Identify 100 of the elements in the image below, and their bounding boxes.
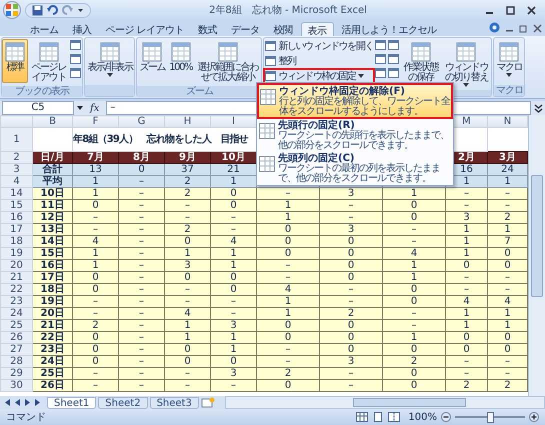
save-icon[interactable] xyxy=(32,4,43,16)
slider-thumb[interactable] xyxy=(487,412,494,423)
insert-sheet-icon[interactable] xyxy=(200,397,215,408)
sheet-tab[interactable]: Sheet3 xyxy=(150,396,199,408)
expand-icon[interactable] xyxy=(534,104,543,112)
row-header[interactable]: 26 xyxy=(0,332,32,344)
window-icon[interactable] xyxy=(374,54,386,64)
row-header[interactable]: 18 xyxy=(0,236,32,248)
ribbon-button[interactable]: ウィンドウ枠の固定 xyxy=(264,69,374,83)
page-break-icon[interactable] xyxy=(388,412,400,422)
column-header[interactable]: B xyxy=(32,116,72,128)
sheet-tab[interactable]: Sheet2 xyxy=(98,396,148,408)
table-cell: 0 xyxy=(320,320,382,332)
window-icon[interactable] xyxy=(70,54,82,64)
ribbon-tab[interactable]: ホーム xyxy=(24,22,64,36)
table-cell: 0 xyxy=(256,320,320,332)
row-header[interactable]: 4 xyxy=(0,176,32,188)
row-header[interactable]: 14 xyxy=(0,188,32,200)
row-header[interactable]: 28 xyxy=(0,356,32,368)
row-header[interactable]: 23 xyxy=(0,296,32,308)
window-icon[interactable] xyxy=(374,68,386,78)
row-header[interactable]: 19 xyxy=(0,248,32,260)
undo-icon[interactable] xyxy=(47,4,58,16)
ribbon-button[interactable]: ページレイアウト xyxy=(28,39,70,85)
row-header[interactable]: 25 xyxy=(0,320,32,332)
table-cell: 2 xyxy=(164,188,210,200)
row-header[interactable]: 27 xyxy=(0,344,32,356)
ribbon-button[interactable]: 標準 xyxy=(2,39,28,83)
ribbon-tab[interactable]: 表示 xyxy=(300,22,334,36)
ribbon-button[interactable]: 表示/非表示 xyxy=(85,39,134,83)
row-header[interactable]: 20 xyxy=(0,260,32,272)
page-layout-icon[interactable] xyxy=(372,412,384,422)
maximize-icon[interactable] xyxy=(506,6,515,14)
row-header[interactable]: 15 xyxy=(0,200,32,212)
row-header[interactable]: 24 xyxy=(0,308,32,320)
help-icon[interactable] xyxy=(489,22,500,33)
ribbon-tab[interactable]: ページ レイアウト xyxy=(100,22,190,36)
group-label: ブックの表示 xyxy=(2,86,82,97)
table-cell: 13 xyxy=(72,164,118,176)
table-cell: – xyxy=(256,272,320,284)
row-header[interactable]: 17 xyxy=(0,224,32,236)
caret-icon[interactable] xyxy=(77,6,84,14)
ribbon-tab[interactable]: 校閲 xyxy=(268,22,299,36)
menu-item[interactable]: ウィンドウ枠固定の解除(F) 行と列の固定を解除して、ワークシート全体をスクロールするようにします。 xyxy=(257,83,453,119)
horizontal-scrollbar[interactable] xyxy=(224,396,545,409)
table-cell: – xyxy=(164,368,210,380)
column-header[interactable]: G xyxy=(118,116,164,128)
restore-icon[interactable] xyxy=(519,24,528,33)
table-cell: 2 xyxy=(382,356,446,368)
table-cell: – xyxy=(72,380,118,392)
close-icon[interactable] xyxy=(533,24,542,33)
ribbon-tab[interactable]: データ xyxy=(225,22,266,36)
plus-icon[interactable] xyxy=(529,412,539,422)
table-cell: 3 xyxy=(210,320,256,332)
table-cell: – xyxy=(256,260,320,272)
row-header[interactable]: 16 xyxy=(0,212,32,224)
sheet-tab[interactable]: Sheet1 xyxy=(47,396,96,408)
table-cell: – xyxy=(382,236,446,248)
vertical-scrollbar[interactable] xyxy=(528,115,545,396)
column-header[interactable]: N xyxy=(488,116,528,128)
close-icon[interactable] xyxy=(527,6,536,14)
ribbon-button[interactable]: マクロ xyxy=(494,39,524,83)
column-header[interactable]: F xyxy=(72,116,118,128)
window-icon[interactable] xyxy=(388,54,399,64)
ribbon-button[interactable]: 選択範囲に合わせて拡大/縮小 xyxy=(194,39,262,85)
row-header[interactable]: 29 xyxy=(0,368,32,380)
row-header[interactable]: 3 xyxy=(0,164,32,176)
minus-icon[interactable] xyxy=(441,412,451,422)
table-cell: – xyxy=(118,212,164,224)
table-cell: 0 xyxy=(164,356,210,368)
ribbon-button[interactable]: ズーム xyxy=(137,39,168,83)
row-header[interactable]: 30 xyxy=(0,380,32,392)
row-header[interactable]: 1 xyxy=(0,128,32,152)
table-cell: 1 xyxy=(72,248,118,260)
ribbon-button[interactable]: 100% xyxy=(167,39,194,83)
normal-view-icon[interactable] xyxy=(356,412,368,422)
ribbon-tab[interactable]: 挿入 xyxy=(66,22,98,36)
window-icon[interactable] xyxy=(70,40,82,50)
ribbon-button[interactable]: 新しいウィンドウを開く xyxy=(264,39,374,53)
table-cell: 0 xyxy=(320,248,382,260)
window-icon[interactable] xyxy=(70,68,82,78)
window-icon[interactable] xyxy=(388,40,399,50)
caret-icon[interactable] xyxy=(77,106,83,110)
function-button[interactable]: fx xyxy=(86,102,104,114)
app-menu-button[interactable] xyxy=(3,1,21,19)
table-cell: 3 xyxy=(164,260,210,272)
window-icon[interactable] xyxy=(388,68,399,78)
column-header[interactable]: H xyxy=(164,116,210,128)
ribbon-tab[interactable]: 数式 xyxy=(192,22,224,36)
row-header[interactable]: 22 xyxy=(0,284,32,296)
row-header[interactable]: 21 xyxy=(0,272,32,284)
table-cell: – xyxy=(320,212,382,224)
row-header[interactable]: 2 xyxy=(0,152,32,164)
ribbon-tab[interactable]: 活用しよう！エクセル xyxy=(336,22,443,36)
ribbon-button[interactable]: 整列 xyxy=(264,54,374,68)
zoom-level[interactable]: 100% xyxy=(408,412,437,422)
table-cell: – xyxy=(118,356,164,368)
name-box[interactable]: C5 xyxy=(2,101,74,115)
window-icon[interactable] xyxy=(374,40,386,50)
column-header[interactable]: I xyxy=(210,116,256,128)
